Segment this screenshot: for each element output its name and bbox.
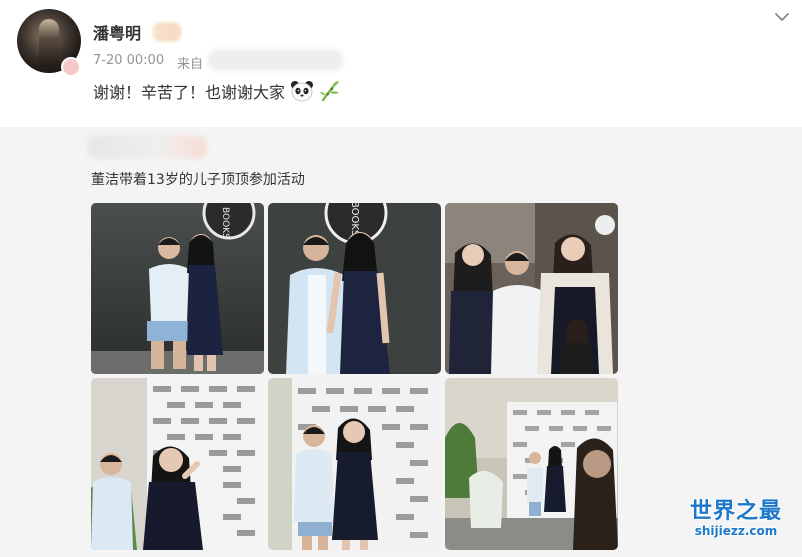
repost-user-blurred[interactable] <box>87 135 207 159</box>
post-source-blurred <box>208 49 343 71</box>
post-time[interactable]: 7-20 00:00 <box>93 53 164 68</box>
username[interactable]: 潘粤明 <box>93 20 141 44</box>
post-text-content: 谢谢！辛苦了！也谢谢大家 <box>93 83 286 102</box>
bamboo-icon <box>319 80 341 106</box>
post-from-label: 来自 <box>177 57 204 72</box>
backdrop-logo-text: BOOKS <box>220 207 230 239</box>
panda-icon <box>290 80 314 106</box>
weibo-post: 潘粤明 7-20 00:00 来自 谢谢！辛苦了！也谢谢大家 <box>0 0 802 127</box>
photo-3[interactable] <box>445 203 618 374</box>
site-watermark: 世界之最 shijiezz.com <box>674 493 798 538</box>
photo-1[interactable]: BOOKS <box>91 203 264 374</box>
avatar-badge <box>61 57 81 77</box>
repost-text: 董洁带着13岁的儿子顶顶参加活动 <box>91 172 305 188</box>
watermark-url: shijiezz.com <box>694 524 778 538</box>
photo-5[interactable] <box>268 378 441 550</box>
photo-4[interactable] <box>91 378 264 550</box>
user-badge <box>153 22 181 42</box>
photo-6[interactable] <box>445 378 618 550</box>
watermark-title: 世界之最 <box>689 499 782 524</box>
backdrop-logo-text: BOOKS <box>349 203 360 236</box>
post-text: 谢谢！辛苦了！也谢谢大家 <box>93 79 341 106</box>
photo-2[interactable]: BOOKS <box>268 203 441 374</box>
post-menu-chevron-down-icon[interactable] <box>771 6 793 28</box>
